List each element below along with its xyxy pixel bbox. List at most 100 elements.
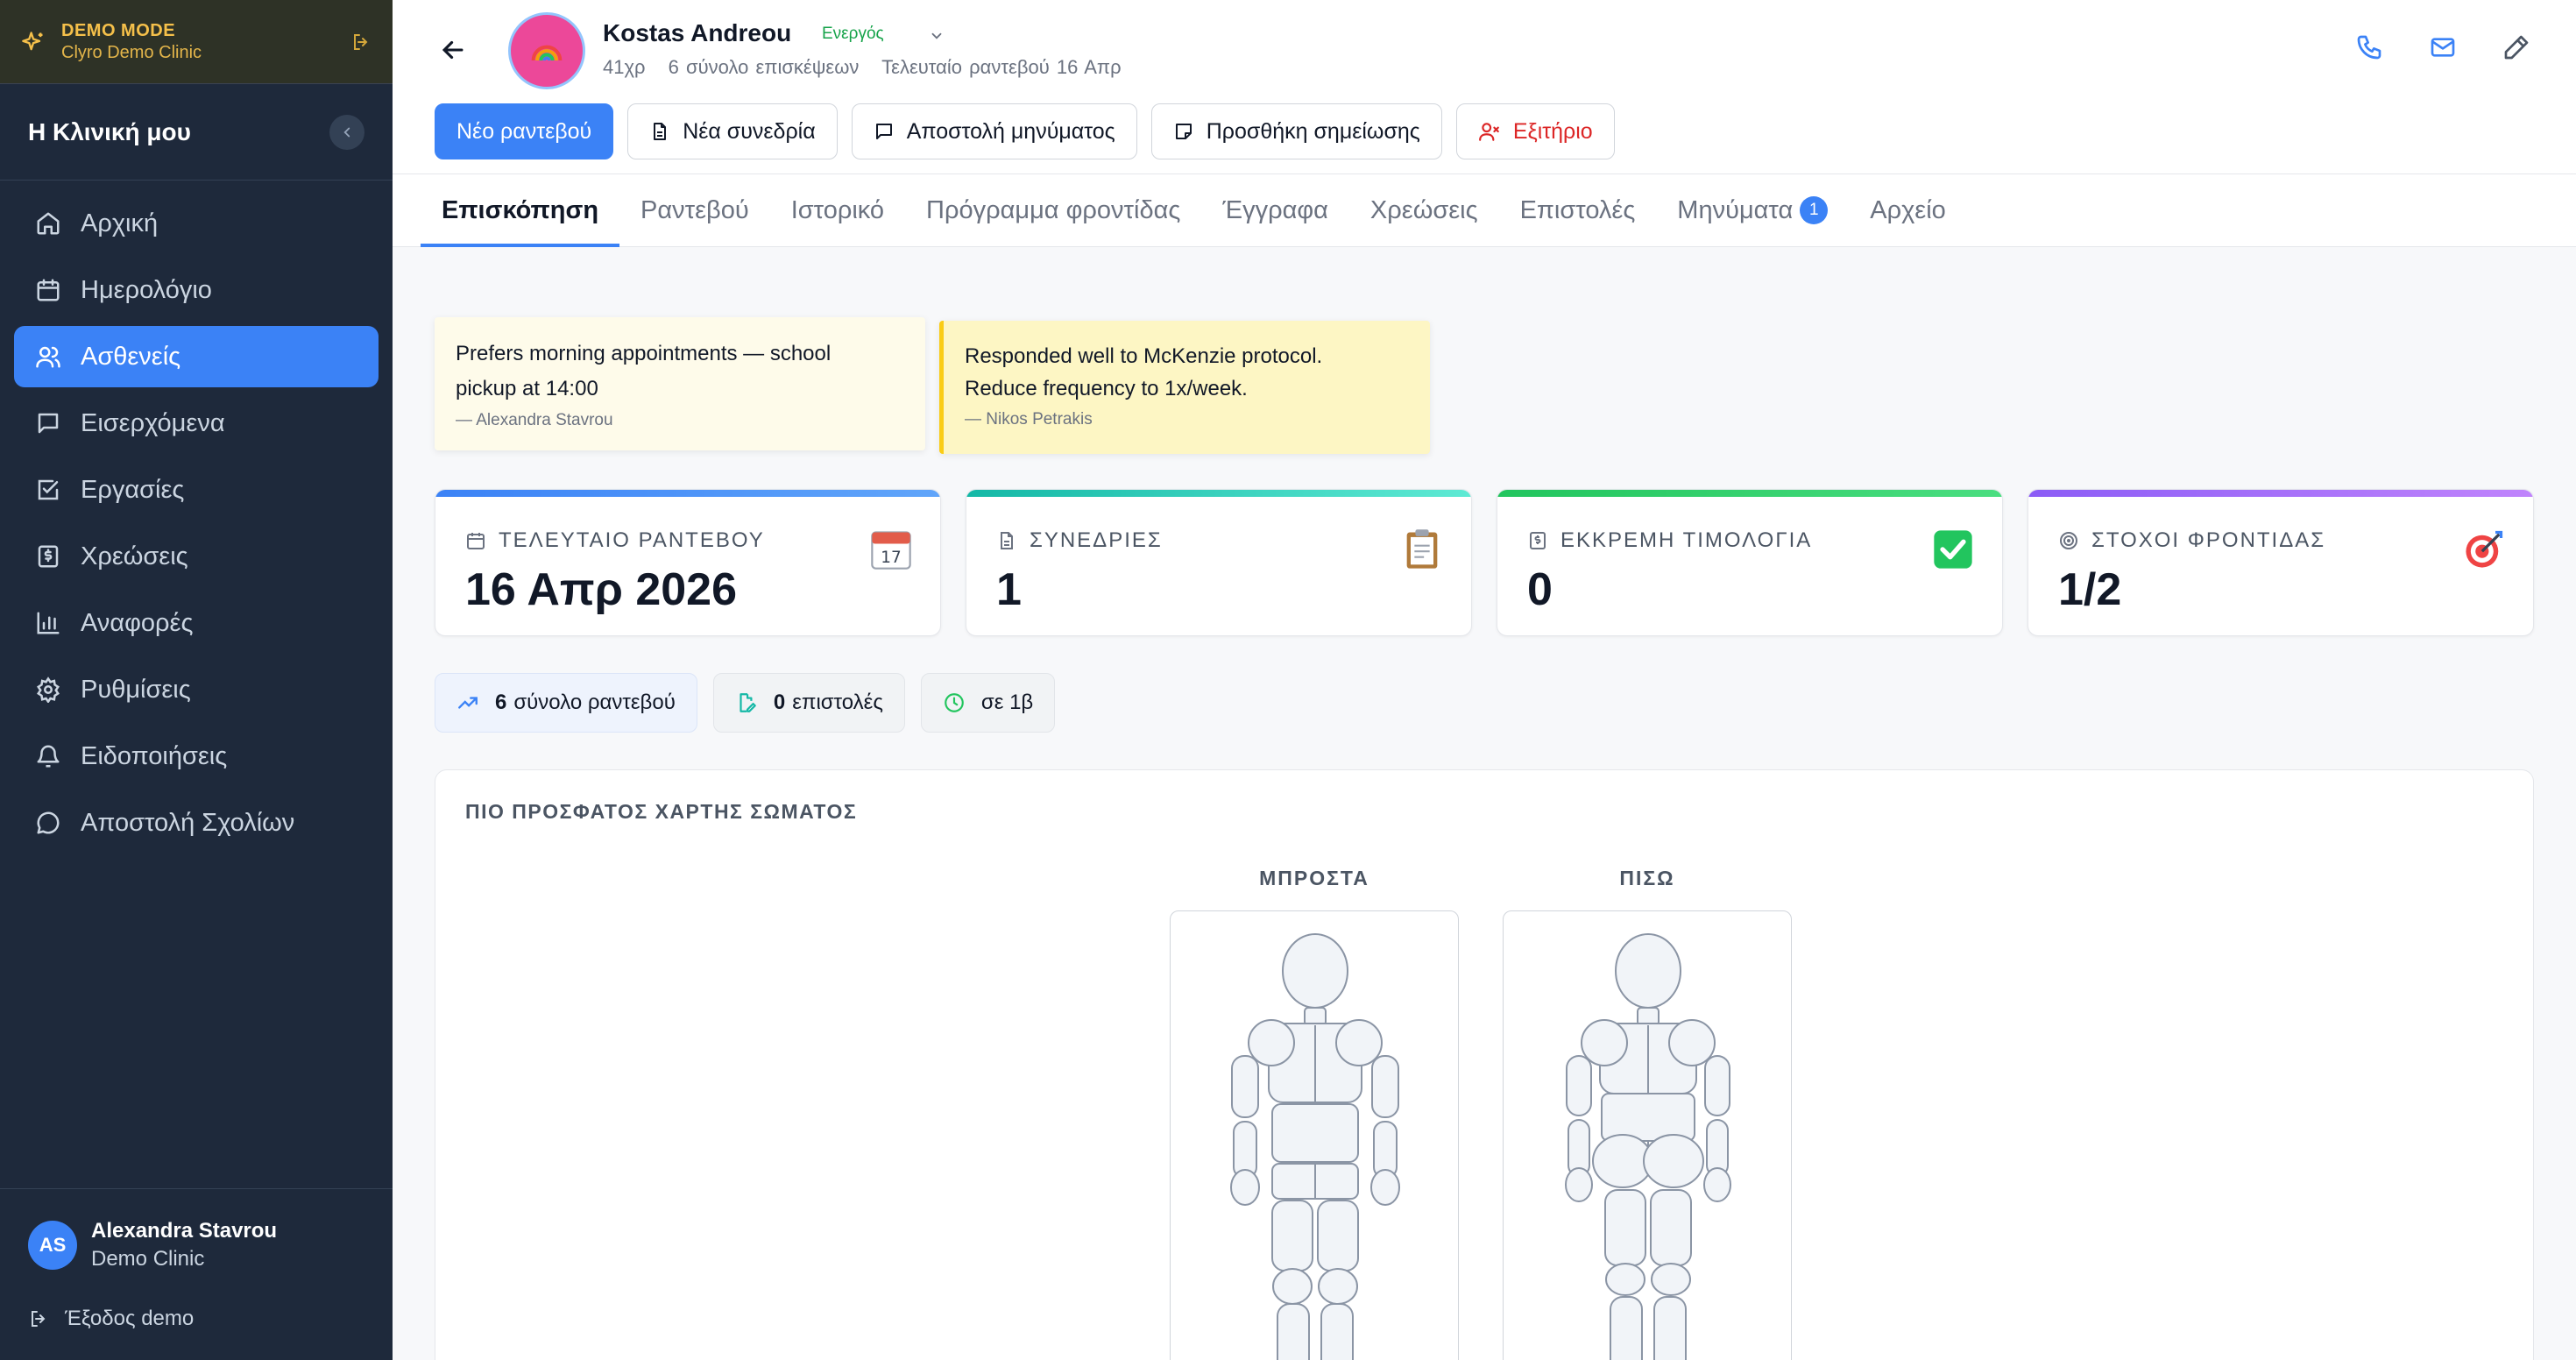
front-view-label: ΜΠΡΟΣΤΑ [1259,867,1369,889]
stat-card-care-goals[interactable]: ΣΤΟΧΟΙ ΦΡΟΝΤΙΔΑΣ 1/2 [2028,489,2534,636]
demo-mode-label: DEMO MODE [61,20,176,40]
stat-card-pending-invoices[interactable]: ΕΚΚΡΕΜΗ ΤΙΜΟΛΟΓΙΑ 0 [1497,489,2003,636]
chevron-left-icon [339,124,355,140]
phone-icon[interactable] [2355,33,2383,61]
exit-demo-icon[interactable] [350,32,372,53]
card-accent-bar [435,490,940,497]
file-icon [996,530,1030,551]
avatar: AS [28,1221,77,1270]
demo-banner: DEMO MODE Clyro Demo Clinic [0,0,393,84]
tab-billing[interactable]: Χρεώσεις [1349,174,1499,246]
note-line: pickup at 14:00 [456,376,598,400]
sidebar-item-label: Ειδοποιήσεις [81,741,228,770]
tab-history[interactable]: Ιστορικό [770,174,905,246]
clinic-header: Η Κλινική μου [0,84,393,181]
demo-clinic-name: Clyro Demo Clinic [61,42,202,62]
send-message-button[interactable]: Αποστολή μηνύματος [851,103,1137,159]
add-note-button[interactable]: Προσθήκη σημείωσης [1150,103,1442,159]
patient-avatar [508,12,585,89]
user-profile[interactable]: AS Alexandra Stavrou Demo Clinic [28,1219,364,1271]
sidebar-item-settings[interactable]: Ρυθμίσεις [14,659,379,720]
note-line: Reduce frequency to 1x/week. [965,377,1248,401]
sidebar-item-inbox[interactable]: Εισερχόμενα [14,393,379,454]
back-body-figure[interactable] [1503,910,1792,1360]
stat-value: 1/2 [2058,564,2122,615]
tab-archive[interactable]: Αρχείο [1849,174,1967,246]
new-session-label: Νέα συνεδρία [683,118,816,144]
sidebar-item-calendar[interactable]: Ημερολόγιο [14,259,379,321]
sticky-note-icon [1173,121,1207,142]
tab-messages[interactable]: Μηνύματα 1 [1656,174,1849,246]
sidebar-nav: Αρχική Ημερολόγιο Ασθενείς Εισερχόμενα Ε… [0,181,393,871]
total-appointments-pill[interactable]: 6 σύνολο ραντεβού [435,673,697,733]
note-text: Responded well to McKenzie protocol. Red… [965,340,1409,405]
pill-text: σε 1β [980,691,1034,714]
chevron-down-icon[interactable] [929,28,945,44]
stat-label: ΣΥΝΕΔΡΙΕΣ [996,528,1163,553]
sidebar-item-notifications[interactable]: Ειδοποιήσεις [14,726,379,787]
tab-overview[interactable]: Επισκόπηση [421,174,620,247]
tab-letters[interactable]: Επιστολές [1499,174,1657,246]
stat-card-sessions[interactable]: ΣΥΝΕΔΡΙΕΣ 1 [966,489,1472,636]
sidebar-item-tasks[interactable]: Εργασίες [14,459,379,521]
sidebar-item-patients[interactable]: Ασθενείς [14,326,379,387]
tab-documents[interactable]: Έγγραφα [1201,174,1349,246]
user-x-icon [1478,120,1513,143]
svg-text:17: 17 [881,549,901,567]
bell-icon [35,743,81,769]
sticky-note[interactable]: Responded well to McKenzie protocol. Red… [939,321,1430,454]
sidebar-item-billing[interactable]: Χρεώσεις [14,526,379,587]
new-session-button[interactable]: Νέα συνεδρία [627,103,838,159]
sidebar-item-label: Αποστολή Σχολίων [81,808,295,837]
new-appointment-label: Νέο ραντεβού [456,118,592,144]
stat-value: 16 Απρ 2026 [465,564,738,615]
body-map-title: ΠΙΟ ΠΡΟΣΦΑΤΟΣ ΧΑΡΤΗΣ ΣΩΜΑΤΟΣ [465,800,858,823]
tab-care-plan[interactable]: Πρόγραμμα φροντίδας [905,174,1201,246]
mail-icon[interactable] [2429,33,2457,61]
receipt-icon [1527,530,1560,551]
note-text: Prefers morning appointments — school pi… [456,336,904,406]
clipboard-emoji [1399,527,1445,572]
patient-name: Kostas Andreou [603,19,792,46]
collapse-sidebar-button[interactable] [329,114,364,150]
exit-demo-button[interactable]: Έξοδος demo [28,1307,364,1331]
back-button[interactable] [438,35,468,65]
calendar-icon [35,277,81,303]
stat-label-text: ΤΕΛΕΥΤΑΙΟ ΡΑΝΤΕΒΟΥ [499,528,765,552]
file-edit-icon [735,691,774,714]
check-square-icon [35,477,81,503]
stat-card-last-appointment[interactable]: ΤΕΛΕΥΤΑΙΟ ΡΑΝΤΕΒΟΥ 16 Απρ 2026 17 [435,489,941,636]
stat-label: ΤΕΛΕΥΤΑΙΟ ΡΑΝΤΕΒΟΥ [465,528,765,553]
body-map-panel: ΠΙΟ ΠΡΟΣΦΑΤΟΣ ΧΑΡΤΗΣ ΣΩΜΑΤΟΣ ΜΠΡΟΣΤΑ ΠΙΣ… [435,769,2534,1360]
sidebar-item-reports[interactable]: Αναφορές [14,592,379,654]
patient-age: 41χρ [603,56,646,78]
new-appointment-button[interactable]: Νέο ραντεβού [435,103,614,159]
sticky-note[interactable]: Prefers morning appointments — school pi… [435,317,925,450]
send-message-label: Αποστολή μηνύματος [906,118,1115,144]
stat-label: ΣΤΟΧΟΙ ΦΡΟΝΤΙΔΑΣ [2058,528,2325,553]
tab-appointments[interactable]: Ραντεβού [619,174,770,246]
discharge-button[interactable]: Εξιτήριο [1455,103,1615,159]
stat-label-text: ΣΥΝΕΔΡΙΕΣ [1030,528,1163,552]
sidebar-item-home[interactable]: Αρχική [14,193,379,254]
patient-status-badge[interactable]: Ενεργός [822,25,884,44]
edit-icon[interactable] [2502,33,2530,61]
sidebar-item-feedback[interactable]: Αποστολή Σχολίων [14,792,379,854]
header-actions [2355,33,2530,61]
user-panel: AS Alexandra Stavrou Demo Clinic Έξοδος … [0,1188,393,1360]
patient-total-visits: 6 σύνολο επισκέψεων [668,56,860,78]
rainbow-emoji [527,32,566,70]
calendar-icon [465,530,499,551]
stat-label: ΕΚΚΡΕΜΗ ΤΙΜΟΛΟΓΙΑ [1527,528,1812,553]
next-appointment-pill[interactable]: σε 1β [920,673,1056,733]
sidebar-item-label: Ημερολόγιο [81,275,212,304]
target-icon [2058,530,2091,551]
action-bar: Νέο ραντεβού Νέα συνεδρία Αποστολή μηνύμ… [435,103,1615,159]
pill-count: 0 [773,691,786,714]
sidebar-item-label: Ασθενείς [81,342,181,371]
exit-demo-label: Έξοδος demo [65,1307,195,1330]
front-body-figure[interactable] [1170,910,1459,1360]
letters-pill[interactable]: 0 επιστολές [712,673,905,733]
note-line: Responded well to McKenzie protocol. [965,344,1323,368]
patient-tabs: Επισκόπηση Ραντεβού Ιστορικό Πρόγραμμα φ… [393,174,2576,247]
